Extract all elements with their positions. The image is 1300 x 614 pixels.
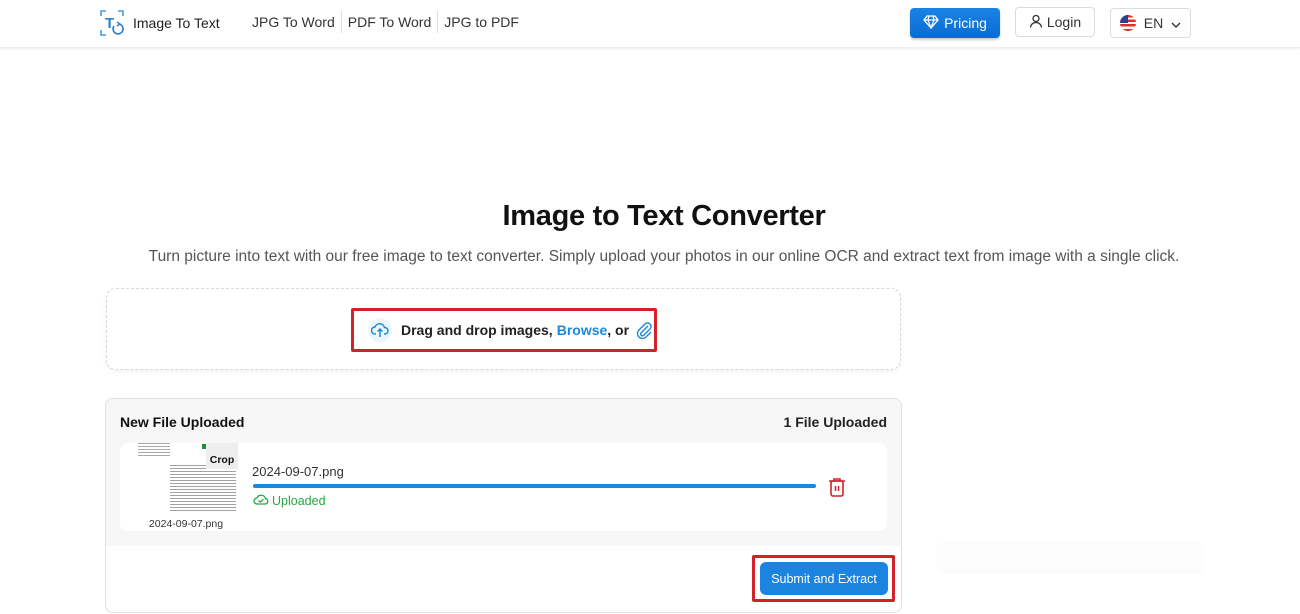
thumbnail-filename: 2024-09-07.png [148, 518, 224, 530]
nav-pdf-to-word[interactable]: PDF To Word [342, 11, 439, 33]
page-title: Image to Text Converter [502, 200, 826, 232]
nav-jpg-to-pdf[interactable]: JPG to PDF [438, 11, 525, 33]
login-button[interactable]: Login [1015, 7, 1095, 37]
file-item: Crop 2024-09-07.png 2024-09-07.png Uploa… [120, 443, 887, 531]
logo-icon: T [99, 9, 125, 37]
submit-and-extract-button[interactable]: Submit and Extract [760, 562, 888, 595]
file-thumbnail[interactable]: Crop [138, 443, 238, 513]
logo-text: Image To Text [133, 15, 220, 31]
user-icon [1029, 14, 1043, 31]
login-label: Login [1046, 14, 1082, 30]
crop-button[interactable]: Crop [206, 443, 238, 469]
logo[interactable]: T Image To Text [99, 9, 220, 37]
diamond-icon [923, 14, 939, 32]
page-subtitle: Turn picture into text with our free ima… [148, 248, 1180, 265]
cloud-upload-icon [368, 318, 392, 342]
language-selector[interactable]: EN [1110, 8, 1191, 38]
dropzone-or-text: , or [607, 322, 630, 338]
top-navbar: T Image To Text JPG To Word PDF To Word … [0, 0, 1300, 48]
browse-link[interactable]: Browse [557, 322, 608, 338]
files-uploaded-count: 1 File Uploaded [783, 414, 887, 430]
file-name: 2024-09-07.png [252, 464, 344, 479]
cloud-check-icon [253, 493, 269, 508]
nav-jpg-to-word[interactable]: JPG To Word [246, 11, 342, 33]
pricing-button[interactable]: Pricing [910, 8, 1000, 38]
panel-title: New File Uploaded [120, 414, 245, 430]
chevron-down-icon [1171, 15, 1181, 31]
dropzone-prompt: Drag and drop images, Browse , or [368, 318, 653, 342]
pricing-label: Pricing [944, 15, 987, 31]
delete-file-icon[interactable] [828, 477, 846, 502]
upload-progress-fill [253, 484, 816, 488]
thumbnail-text-lines [138, 443, 170, 457]
upload-status-label: Uploaded [272, 493, 326, 508]
paperclip-icon[interactable] [635, 321, 653, 339]
main-nav: JPG To Word PDF To Word JPG to PDF [246, 0, 525, 44]
language-label: EN [1143, 15, 1164, 31]
thumbnail-body-lines [170, 465, 236, 511]
dropzone-text: Drag and drop images, [401, 322, 553, 338]
faded-side-panel [936, 542, 1204, 574]
upload-progress-bar [253, 484, 816, 488]
upload-status: Uploaded [253, 493, 326, 508]
us-flag-icon [1119, 15, 1136, 31]
